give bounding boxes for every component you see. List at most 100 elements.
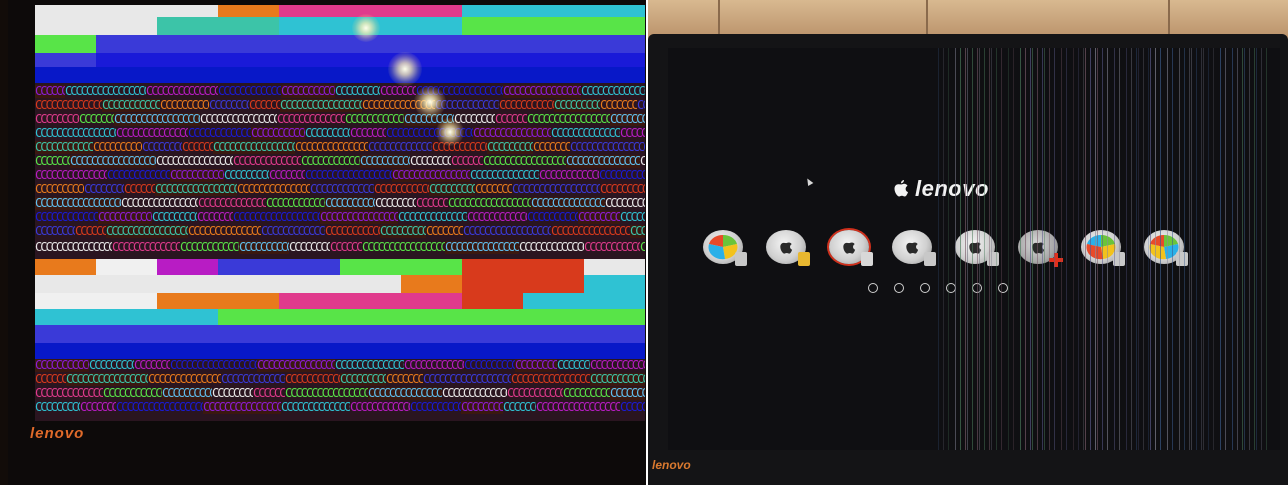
glitch-glyph-run: CCCCCCCCCCCCCCCCCCCCCCCC bbox=[410, 155, 451, 168]
glitch-glyph-run: CCCCCCCCCCCCCCCCCCCCCCCC bbox=[416, 197, 448, 210]
glitch-band bbox=[279, 35, 341, 53]
restart-icon[interactable] bbox=[894, 283, 904, 293]
glitch-band bbox=[96, 309, 158, 325]
screen-line-artifact bbox=[1126, 48, 1127, 450]
glitch-glyph-run: CCCCCCCCCCCCCCCCCCCCCCCC bbox=[285, 387, 368, 400]
glitch-glyph-run: CCCCCCCCCCCCCCCCCCCCCCCC bbox=[473, 127, 551, 140]
glitch-glyph-run: CCCCCCCCCCCCCCCCCCCCCCCC bbox=[35, 127, 116, 140]
glitch-glyph-run: CCCCCCCCCCCCCCCCCCCCCCCC bbox=[218, 85, 281, 98]
screen-line-artifact bbox=[972, 48, 973, 450]
glitch-glyph-run: CCCCCCCCCCCCCCCCCCCCCCCC bbox=[464, 359, 515, 372]
glitch-glyph-run: CCCCCCCCCCCCCCCCCCCCCCCC bbox=[116, 127, 188, 140]
screen-line-artifact bbox=[960, 48, 961, 450]
boot-volume-mac-selected[interactable] bbox=[829, 230, 873, 266]
glitch-glyph-run: CCCCCCCCCCCCCCCCCCCCCCCC bbox=[442, 387, 507, 400]
glitch-band bbox=[584, 53, 645, 67]
glitch-glyph-run: CCCCCCCCCCCCCCCCCCCCCCCC bbox=[432, 141, 487, 154]
glitch-band bbox=[401, 259, 463, 275]
glitch-band bbox=[96, 35, 158, 53]
glitch-band bbox=[584, 309, 645, 325]
glitch-band bbox=[35, 293, 97, 309]
glitch-glyph-run: CCCCCCCCCCCCCCCCCCCCCCCC bbox=[630, 225, 645, 238]
screen-line-artifact bbox=[1249, 48, 1250, 450]
glitch-glyph-run: CCCCCCCCCCCCCCCCCCCCCCCC bbox=[350, 401, 410, 414]
glitch-band bbox=[584, 275, 645, 293]
screen-line-artifact bbox=[1189, 48, 1190, 450]
glitch-glyph-run: CCCCCCCCCCCCCCCCCCCCCCCC bbox=[499, 99, 554, 112]
photo-glitched-screen: CCCCCC CCCCCCCCCCCCCCC CCCCCCCCCCCCCC CCCCC… bbox=[0, 0, 646, 485]
glitch-glyph-run: CCCCCCCCCCCCCCCCCCCCCCCC bbox=[503, 401, 536, 414]
glitch-glyph-run: CCCCCCCCCCCCCCCCCCCCCCCC bbox=[620, 401, 645, 414]
firmware-icon[interactable] bbox=[998, 283, 1008, 293]
glitch-glyph-run: CCCCCCCCCCCCCCCCCCCCCCCC bbox=[35, 155, 70, 168]
glitch-glyph-run: CCCCCCCCCCCCCCCCCCCCCCCC bbox=[89, 359, 134, 372]
screen-line-artifact bbox=[1220, 48, 1221, 450]
boot-volume-windows[interactable] bbox=[703, 230, 747, 266]
glitch-glyph-run: CCCCCCCCCCCCCCCCCCCCCCCC bbox=[515, 359, 557, 372]
glitch-glyph-run: CCCCCCCCCCCCCCCCCCCCCCCC bbox=[380, 85, 416, 98]
glitch-glyph-run: CCCCCCCCCCCCCCCCCCCCCCCC bbox=[380, 225, 426, 238]
screen-line-artifact bbox=[1237, 48, 1238, 450]
screen-line-artifact bbox=[996, 48, 997, 450]
glitch-band bbox=[96, 325, 158, 343]
glitch-glyph-run: CCCCCCCCCCCCCCCCCCCCCCCC bbox=[35, 401, 80, 414]
glitch-glyph-run: CCCCCCCCCCCCCCCCCCCCCCCC bbox=[620, 127, 645, 140]
glitch-glyph-run: CCCCCCCCCCCCCCCCCCCCCCCC bbox=[470, 169, 539, 182]
glitch-glyph-run: CCCCCCCCCCCCCCCCCCCCCCCC bbox=[200, 113, 277, 126]
glitch-glyph-run: CCCCCCCCCCCCCCCCCCCCCCCC bbox=[557, 359, 590, 372]
screen-line-artifact bbox=[979, 48, 980, 450]
glitch-band bbox=[35, 309, 97, 325]
glitch-glyph-run: CCCCCCCCCCCCCCCCCCCCCCCC bbox=[467, 211, 527, 224]
glitch-glyph-run: CCCCCCCCCCCCCCCCCCCCCCCC bbox=[487, 141, 533, 154]
glitch-glyph-run: CCCCCCCCCCCCCCCCCCCCCCCC bbox=[280, 99, 362, 112]
left-bezel-brand: lenovo bbox=[30, 425, 85, 442]
glitch-band bbox=[218, 35, 280, 53]
glitch-glyph-run: CCCCCCCCCCCCCCCCCCCCCCCC bbox=[35, 359, 89, 372]
screen-line-artifact bbox=[1054, 48, 1055, 450]
screen-line-artifact bbox=[1037, 48, 1038, 450]
glitch-band bbox=[523, 343, 585, 359]
boot-volume-mac-1[interactable] bbox=[766, 230, 810, 266]
screen-line-artifact bbox=[1095, 48, 1096, 450]
glitch-glyph-run: CCCCCCCCCCCCCCCCCCCCCCCC bbox=[114, 113, 200, 126]
glitch-glyph-run: CCCCCCCCCCCCCCCCCCCCCCCC bbox=[257, 359, 335, 372]
screen-line-artifact bbox=[1097, 48, 1098, 450]
screen-line-artifact bbox=[1172, 48, 1173, 450]
glitch-glyph-run: CCCCCCCCCCCCCCCCCCCCCCCC bbox=[103, 387, 162, 400]
boot-volume-mac-2[interactable] bbox=[892, 230, 936, 266]
glitch-band bbox=[96, 5, 158, 17]
glitch-glyph-run: CCCCCCCCCCCCCCCCCCCCCCCC bbox=[570, 141, 645, 154]
glitch-glyph-run: CCCCCCCCCCCCCCCCCCCCCCCC bbox=[155, 183, 237, 196]
screen-line-artifact bbox=[948, 48, 949, 450]
glitch-glyph-run: CCCCCCCCCCCCCCCCCCCCCCCC bbox=[239, 241, 289, 254]
glitch-glyph-run: CCCCCCCCCCCCCCCCCCCCCCCC bbox=[610, 387, 645, 400]
glitch-band bbox=[157, 53, 219, 67]
glitch-glyph-run: CCCCCCCCCCCCCCCCCCCCCCCC bbox=[35, 141, 93, 154]
screen-line-artifact bbox=[1042, 48, 1043, 450]
screen-line-artifact bbox=[1136, 48, 1137, 450]
screen-line-artifact bbox=[1184, 48, 1185, 450]
glitch-glyph-run: CCCCCCCCCCCCCCCCCCCCCCCC bbox=[170, 359, 257, 372]
glitch-glyph-run: CCCCCCCCCCCCCCCCCCCCCCCC bbox=[188, 127, 251, 140]
glitch-glyph-run: CCCCCCCCCCCCCCCCCCCCCCCC bbox=[35, 99, 102, 112]
glitch-band bbox=[462, 325, 524, 343]
glitch-glyph-run: CCCCCCCCCCCCCCCCCCCCCCCC bbox=[35, 113, 79, 126]
glitch-band bbox=[218, 17, 280, 35]
glitch-glyph-run: CCCCCCCCCCCCCCCCCCCCCCCC bbox=[350, 127, 386, 140]
glitch-glyph-run: CCCCCCCCCCCCCCCCCCCCCCCC bbox=[310, 183, 374, 196]
glitch-band bbox=[157, 67, 219, 83]
about-icon[interactable] bbox=[920, 283, 930, 293]
glitch-glyph-run: CCCCCCCCCCCCCCCCCCCCCCCC bbox=[148, 373, 221, 386]
light-glare bbox=[388, 52, 422, 86]
glitch-band bbox=[523, 17, 585, 35]
shutdown-icon[interactable] bbox=[868, 283, 878, 293]
glitch-band bbox=[401, 293, 463, 309]
glitch-glyph-run: CCCCCCCCCCCCCCCCCCCCCCCC bbox=[551, 225, 630, 238]
glitch-glyph-run: CCCCCCCCCCCCCCCCCCCCCCCC bbox=[345, 113, 404, 126]
glitch-glyph-run: CCCCCCCCCCCCCCCCCCCCCCCC bbox=[65, 85, 146, 98]
glitch-band bbox=[218, 343, 280, 359]
glitch-band bbox=[96, 259, 158, 275]
glitch-glyph-run: CCCCCCCCCCCCCCCCCCCCCCCC bbox=[429, 183, 475, 196]
glitch-band bbox=[35, 67, 97, 83]
glitch-band bbox=[279, 309, 341, 325]
